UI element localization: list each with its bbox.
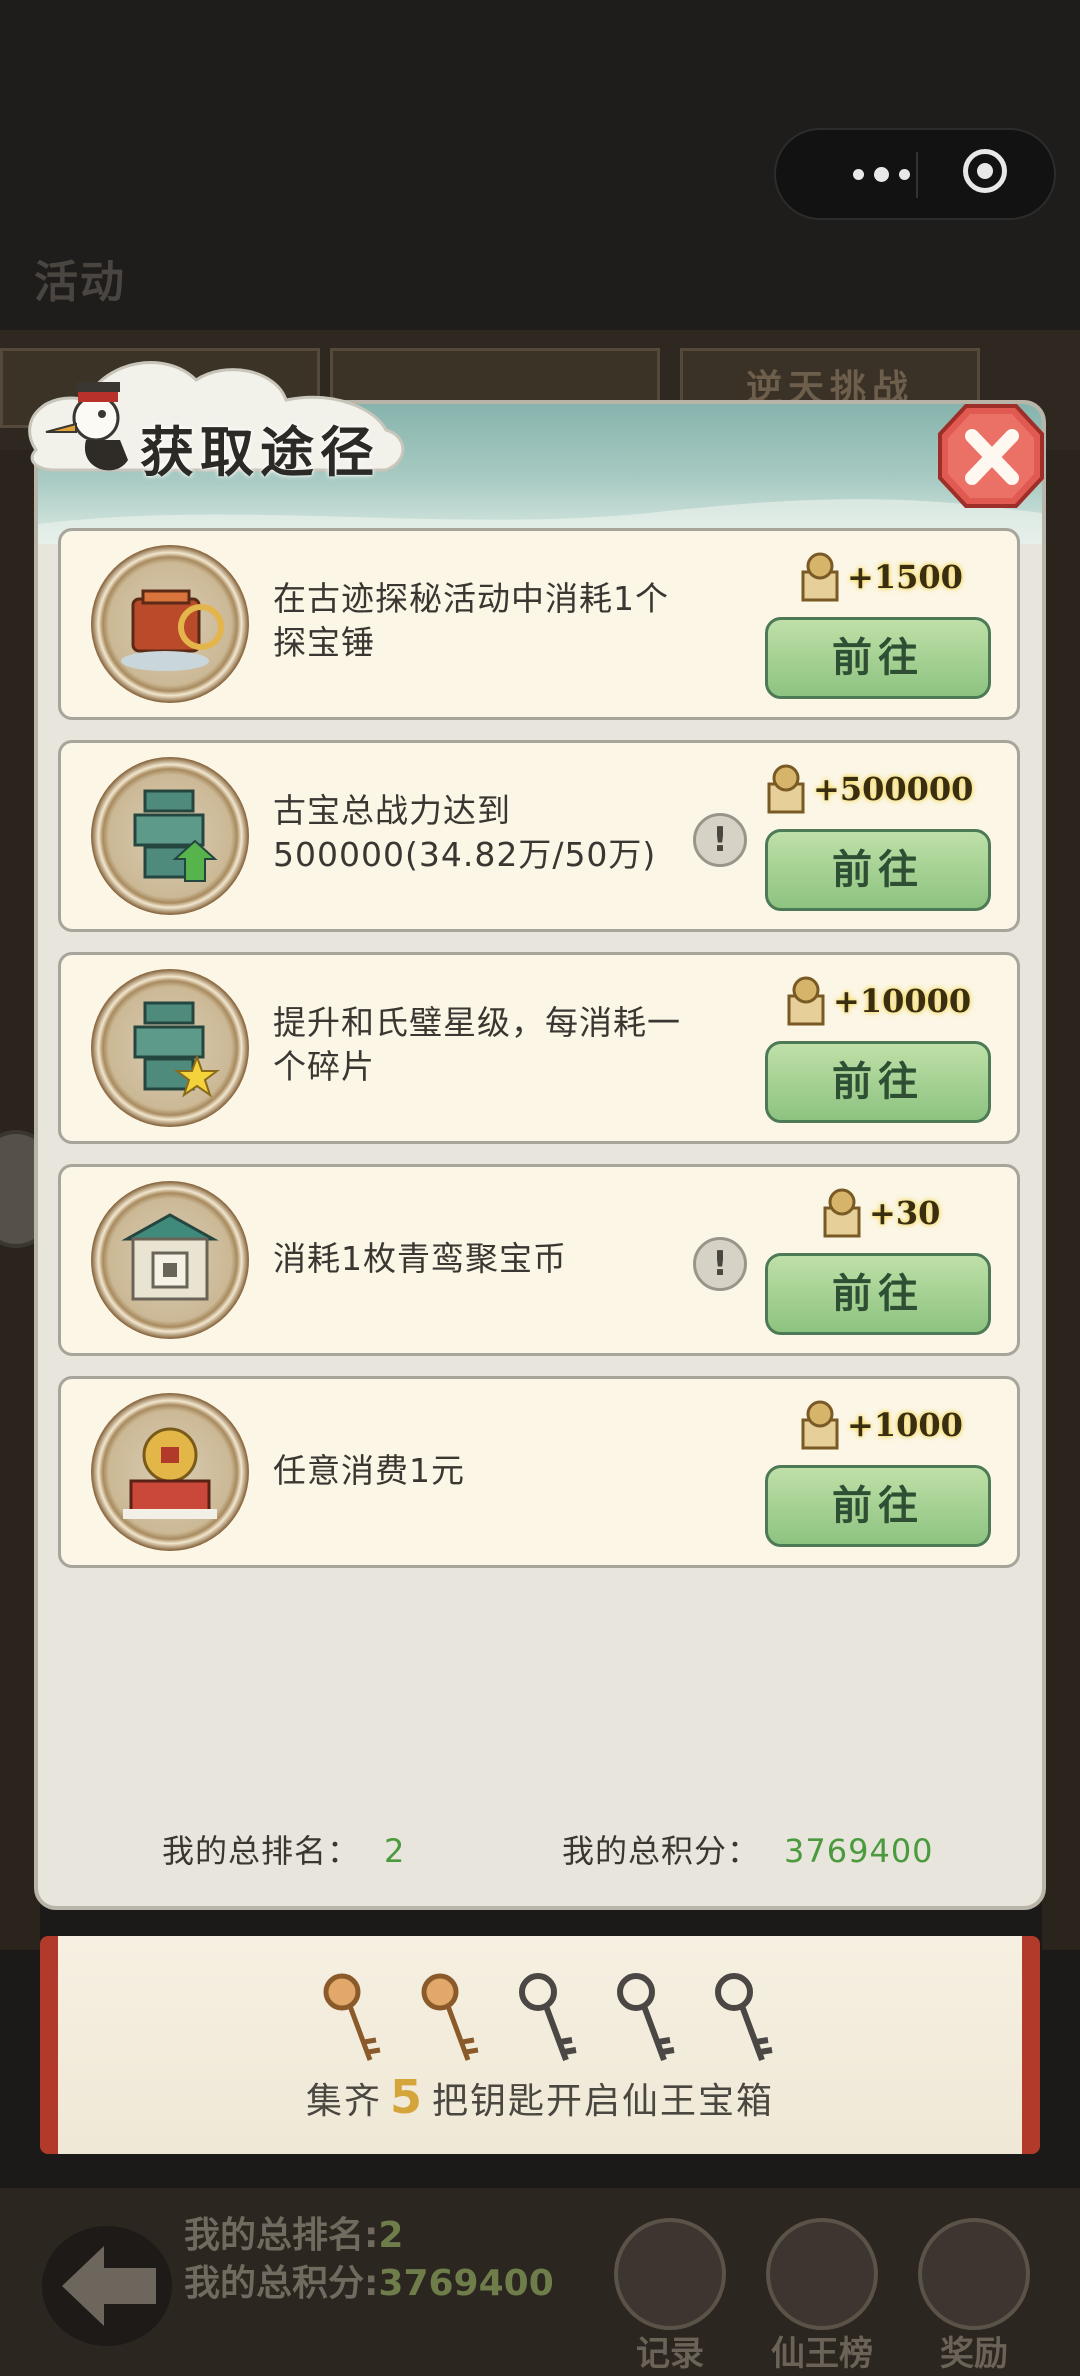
mini-program-capsule bbox=[774, 128, 1056, 220]
reward-amount: +500000 bbox=[763, 759, 973, 819]
key-icon-missing bbox=[519, 1973, 577, 2062]
info-icon[interactable]: ! bbox=[693, 813, 747, 867]
seal-token-icon bbox=[823, 1188, 861, 1238]
background-right bbox=[1042, 450, 1080, 1950]
task-icon-frame bbox=[91, 1393, 249, 1551]
key-icon-collected bbox=[421, 1973, 479, 2061]
seal-token-icon bbox=[767, 764, 805, 814]
task-icon-frame bbox=[91, 969, 249, 1127]
task-description: 在古迹探秘活动中消耗1个探宝锤 bbox=[273, 579, 669, 662]
key-progress-icons bbox=[323, 1973, 773, 2062]
go-button[interactable]: 前往 bbox=[765, 829, 991, 911]
seal-token-icon bbox=[801, 1400, 839, 1450]
close-icon[interactable] bbox=[936, 400, 1046, 512]
treasure-coin-shrine-icon bbox=[121, 1213, 219, 1301]
go-button[interactable]: 前往 bbox=[765, 617, 991, 699]
task-description: 任意消费1元 bbox=[273, 1451, 465, 1490]
footer-stats: 我的总排名:2 我的总积分:3769400 bbox=[184, 2215, 554, 2304]
gold-coin-palace-icon bbox=[123, 1427, 217, 1519]
back-button[interactable] bbox=[42, 2226, 172, 2346]
modal-score: 我的总积分： 3769400 bbox=[562, 1832, 934, 1870]
back-arrow-icon bbox=[62, 2246, 156, 2326]
key-icon-missing bbox=[715, 1973, 773, 2062]
seal-token-icon bbox=[787, 976, 825, 1026]
key-progress-text: 集齐 5 把钥匙开启仙王宝箱 bbox=[305, 2070, 775, 2124]
page-title: 活动 bbox=[34, 257, 126, 308]
seal-token-icon bbox=[801, 552, 839, 602]
info-icon[interactable]: ! bbox=[693, 1237, 747, 1291]
go-button[interactable]: 前往 bbox=[765, 1041, 991, 1123]
chest-icon bbox=[918, 2218, 1030, 2330]
reward-amount: +1000 bbox=[797, 1395, 963, 1455]
task-description: 消耗1枚青鸾聚宝币 bbox=[273, 1239, 567, 1278]
modal-title: 获取途径 bbox=[140, 420, 380, 484]
nav-leaderboard[interactable]: 仙王榜 bbox=[762, 2218, 882, 2374]
key-icon-missing bbox=[617, 1973, 675, 2062]
task-item: 消耗1枚青鸾聚宝币 ! +30 前往 bbox=[58, 1164, 1020, 1356]
task-item: 任意消费1元 +1000 前往 bbox=[58, 1376, 1020, 1568]
nav-rewards[interactable]: 奖励 bbox=[914, 2218, 1034, 2374]
nav-record[interactable]: 记录 bbox=[610, 2218, 730, 2374]
more-icon[interactable] bbox=[816, 130, 946, 218]
task-icon-frame bbox=[91, 757, 249, 915]
reward-amount: +30 bbox=[819, 1183, 940, 1243]
task-item: 在古迹探秘活动中消耗1个探宝锤 +1500 前往 bbox=[58, 528, 1020, 720]
task-icon-frame bbox=[91, 545, 249, 703]
task-icon-frame bbox=[91, 1181, 249, 1339]
task-item: 提升和氏璧星级，每消耗一个碎片 +10000 前往 bbox=[58, 952, 1020, 1144]
key-icon-collected bbox=[323, 1973, 381, 2061]
scroll-icon bbox=[614, 2218, 726, 2330]
reward-amount: +10000 bbox=[783, 971, 971, 1031]
jade-totem-upgrade-icon bbox=[133, 789, 218, 882]
treasure-hammer-icon bbox=[121, 589, 224, 671]
jade-totem-star-icon bbox=[133, 1001, 220, 1098]
go-button[interactable]: 前往 bbox=[765, 1465, 991, 1547]
task-description: 提升和氏璧星级，每消耗一个碎片 bbox=[273, 1003, 681, 1086]
close-target-icon[interactable] bbox=[963, 149, 1007, 193]
modal-rank: 我的总排名： 2 bbox=[162, 1832, 406, 1870]
task-item: 古宝总战力达到500000(34.82万/50万) ! +500000 前往 bbox=[58, 740, 1020, 932]
pavilion-icon bbox=[766, 2218, 878, 2330]
reward-amount: +1500 bbox=[797, 547, 963, 607]
go-button[interactable]: 前往 bbox=[765, 1253, 991, 1335]
task-description: 古宝总战力达到500000(34.82万/50万) bbox=[273, 791, 657, 874]
